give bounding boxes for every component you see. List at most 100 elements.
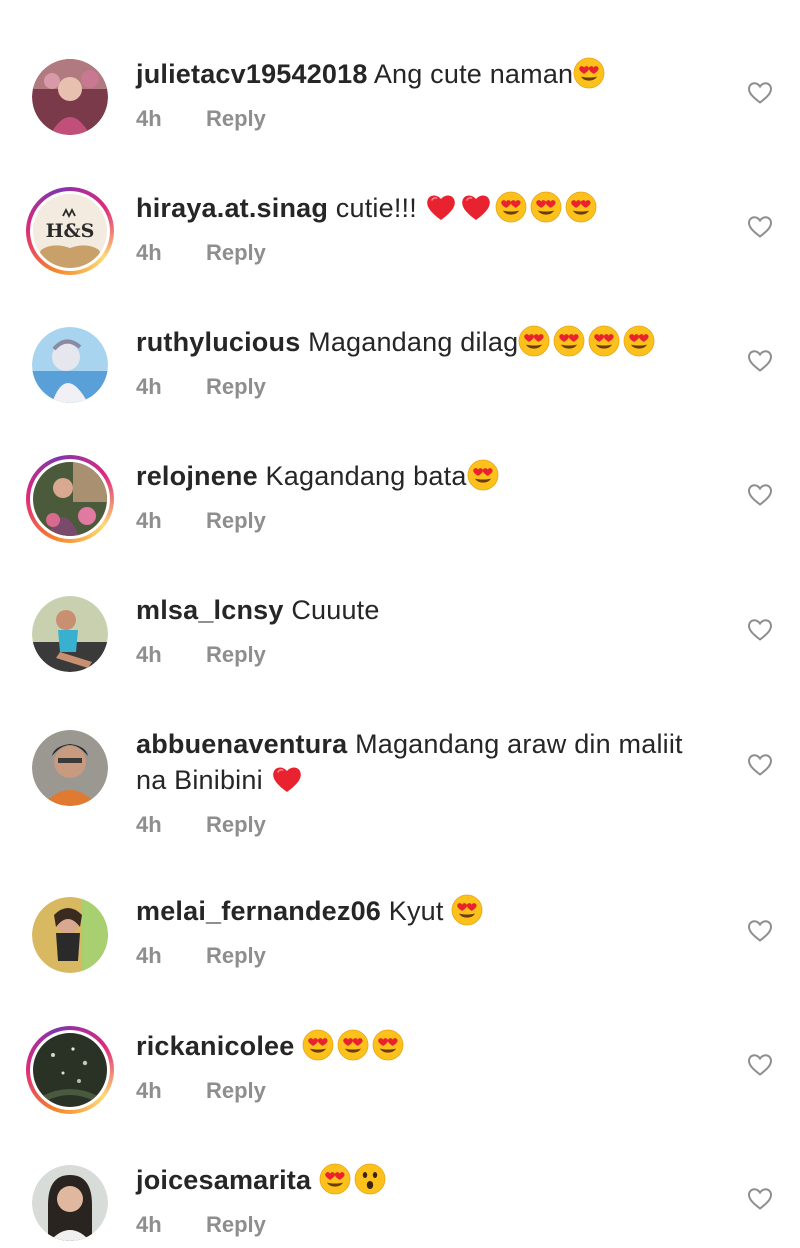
heart-eyes-emoji-icon <box>530 191 562 223</box>
comment-time: 4h <box>136 240 162 265</box>
reply-button[interactable]: Reply <box>206 943 266 968</box>
avatar-image <box>32 327 108 403</box>
comment-time: 4h <box>136 106 162 131</box>
comment-text: julietacv19542018 Ang cute naman <box>136 56 726 92</box>
like-heart-icon[interactable] <box>747 482 773 508</box>
like-heart-icon[interactable] <box>747 918 773 944</box>
red-heart-emoji-icon <box>271 764 303 794</box>
avatar[interactable] <box>32 1165 108 1241</box>
like-heart-icon[interactable] <box>747 80 773 106</box>
comment-time: 4h <box>136 642 162 667</box>
heart-eyes-emoji-icon <box>588 325 620 357</box>
comment-time: 4h <box>136 1212 162 1237</box>
comment-body: Kyut <box>388 896 444 926</box>
avatar-image <box>32 730 108 806</box>
comment-body-line2: na Binibini <box>136 765 263 795</box>
comment-time: 4h <box>136 508 162 533</box>
heart-eyes-emoji-icon <box>518 325 550 357</box>
comment-username[interactable]: abbuenaventura <box>136 729 347 759</box>
comment-text-continued: na Binibini <box>136 762 726 798</box>
comment-body: Ang cute naman <box>373 59 574 89</box>
avatar[interactable] <box>32 327 108 403</box>
comment-body: Kagandang bata <box>265 461 467 491</box>
heart-eyes-emoji-icon <box>319 1163 351 1195</box>
avatar[interactable] <box>32 59 108 135</box>
comment-body: Cuuute <box>291 595 380 625</box>
comment-meta: 4h Reply <box>136 642 266 668</box>
red-heart-emoji-icon <box>425 192 457 222</box>
avatar[interactable] <box>32 596 108 672</box>
comment-meta: 4h Reply <box>136 374 266 400</box>
comment-body: Magandang dilag <box>308 327 519 357</box>
comment-username[interactable]: julietacv19542018 <box>136 59 368 89</box>
avatar-image <box>33 462 107 536</box>
reply-button[interactable]: Reply <box>206 642 266 667</box>
like-heart-icon[interactable] <box>747 214 773 240</box>
heart-eyes-emoji-icon <box>553 325 585 357</box>
comment-text: hiraya.at.sinag cutie!!! <box>136 190 726 226</box>
heart-eyes-emoji-icon <box>451 894 483 926</box>
comment-username[interactable]: joicesamarita <box>136 1165 311 1195</box>
reply-button[interactable]: Reply <box>206 240 266 265</box>
comment-username[interactable]: relojnene <box>136 461 258 491</box>
heart-eyes-emoji-icon <box>573 57 605 89</box>
comment-time: 4h <box>136 943 162 968</box>
reply-button[interactable]: Reply <box>206 374 266 399</box>
comment-text: mlsa_lcnsy Cuuute <box>136 592 726 628</box>
reply-button[interactable]: Reply <box>206 1212 266 1237</box>
comment-time: 4h <box>136 374 162 399</box>
comment-time: 4h <box>136 812 162 837</box>
comment-text: joicesamarita <box>136 1162 726 1198</box>
like-heart-icon[interactable] <box>747 752 773 778</box>
comment-username[interactable]: ruthylucious <box>136 327 300 357</box>
comment-username[interactable]: rickanicolee <box>136 1031 295 1061</box>
avatar-image <box>32 596 108 672</box>
reply-button[interactable]: Reply <box>206 812 266 837</box>
heart-eyes-emoji-icon <box>565 191 597 223</box>
comment-username[interactable]: melai_fernandez06 <box>136 896 381 926</box>
comment-text: relojnene Kagandang bata <box>136 458 726 494</box>
avatar[interactable] <box>32 897 108 973</box>
comment-body: cutie!!! <box>335 193 417 223</box>
like-heart-icon[interactable] <box>747 1052 773 1078</box>
comment-body: Magandang araw din maliit <box>355 729 683 759</box>
comment-text: ruthylucious Magandang dilag <box>136 324 726 360</box>
avatar-story-ring[interactable] <box>26 455 114 543</box>
avatar-image <box>32 59 108 135</box>
heart-eyes-emoji-icon <box>623 325 655 357</box>
astonished-emoji-icon <box>354 1163 386 1195</box>
heart-eyes-emoji-icon <box>372 1029 404 1061</box>
like-heart-icon[interactable] <box>747 348 773 374</box>
comment-text: melai_fernandez06 Kyut <box>136 893 726 929</box>
comment-text: abbuenaventura Magandang araw din maliit <box>136 726 726 762</box>
avatar-story-ring[interactable]: H&S <box>26 187 114 275</box>
avatar-image <box>33 1033 107 1107</box>
comment-username[interactable]: hiraya.at.sinag <box>136 193 328 223</box>
comment-text: rickanicolee <box>136 1028 726 1064</box>
heart-eyes-emoji-icon <box>495 191 527 223</box>
comment-meta: 4h Reply <box>136 106 266 132</box>
comment-meta: 4h Reply <box>136 508 266 534</box>
reply-button[interactable]: Reply <box>206 508 266 533</box>
comment-meta: 4h Reply <box>136 943 266 969</box>
red-heart-emoji-icon <box>460 192 492 222</box>
like-heart-icon[interactable] <box>747 1186 773 1212</box>
like-heart-icon[interactable] <box>747 617 773 643</box>
heart-eyes-emoji-icon <box>302 1029 334 1061</box>
reply-button[interactable]: Reply <box>206 1078 266 1103</box>
hs-logo-text: H&S <box>45 220 95 242</box>
avatar-image <box>32 1165 108 1241</box>
heart-eyes-emoji-icon <box>467 459 499 491</box>
heart-eyes-emoji-icon <box>337 1029 369 1061</box>
comment-meta: 4h Reply <box>136 240 266 266</box>
avatar-story-ring[interactable] <box>26 1026 114 1114</box>
comment-meta: 4h Reply <box>136 812 266 838</box>
comment-time: 4h <box>136 1078 162 1103</box>
comment-meta: 4h Reply <box>136 1078 266 1104</box>
comment-meta: 4h Reply <box>136 1212 266 1238</box>
avatar[interactable] <box>32 730 108 806</box>
avatar-image <box>32 897 108 973</box>
comment-username[interactable]: mlsa_lcnsy <box>136 595 284 625</box>
reply-button[interactable]: Reply <box>206 106 266 131</box>
hs-logo: H&S <box>33 194 107 268</box>
